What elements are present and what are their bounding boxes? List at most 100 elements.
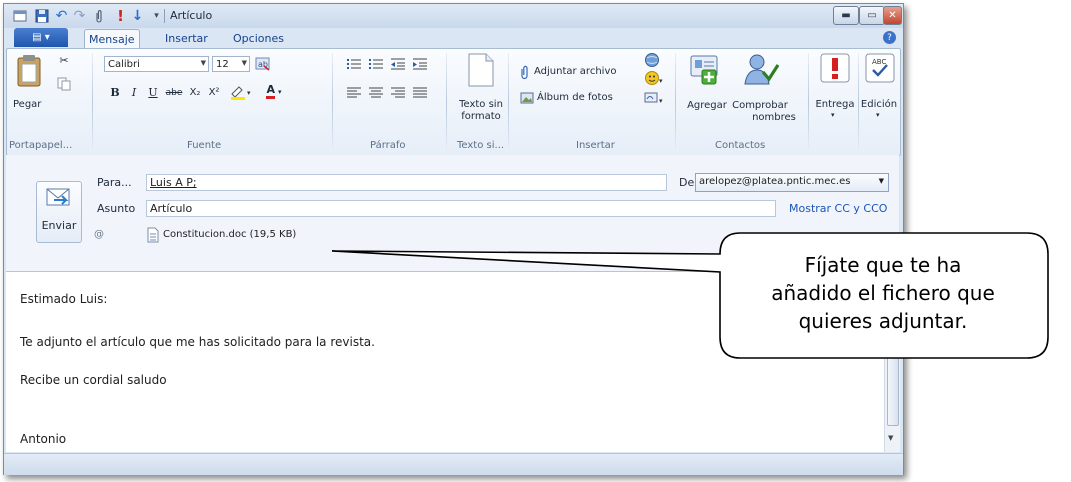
cut-icon[interactable]: ✂ xyxy=(55,52,73,69)
undo-icon[interactable]: ↶ xyxy=(54,8,69,24)
strikethrough-button[interactable]: abe xyxy=(164,84,184,101)
editing-button[interactable]: ABC Edición ▾ xyxy=(859,53,899,139)
increase-indent-icon[interactable] xyxy=(410,55,430,72)
maximize-button[interactable]: ▭ xyxy=(859,6,885,25)
subject-label: Asunto xyxy=(97,202,136,215)
align-left-icon[interactable] xyxy=(344,84,364,101)
justify-icon[interactable] xyxy=(410,84,430,101)
group-label-texto: Texto si... xyxy=(457,140,505,151)
chevron-down-icon: ▼ xyxy=(241,59,247,67)
customize-qat-icon[interactable]: ▾ xyxy=(149,8,164,23)
font-size-combo[interactable]: 12 ▼ xyxy=(212,56,250,72)
group-separator xyxy=(508,53,509,153)
font-color-button[interactable]: A ▾ xyxy=(260,83,288,100)
align-right-icon[interactable] xyxy=(388,84,408,101)
group-label-insertar: Insertar xyxy=(576,140,615,151)
paste-icon xyxy=(17,55,41,87)
signature-icon[interactable]: ▾ xyxy=(643,89,665,106)
chevron-down-icon: ▾ xyxy=(278,87,282,96)
title-bar: ↶ ↷ ! ↓ ▾ Artículo ▬ ▭ ✕ xyxy=(4,4,903,28)
body-line: Antonio xyxy=(20,432,67,446)
scroll-down-icon[interactable]: ▼ xyxy=(888,434,893,442)
plain-text-button[interactable]: Texto sin formato xyxy=(459,53,503,129)
italic-button[interactable]: I xyxy=(125,84,143,101)
send-button[interactable]: Enviar xyxy=(36,181,82,243)
decrease-indent-icon[interactable] xyxy=(388,55,408,72)
chevron-down-icon: ▼ xyxy=(878,177,884,185)
minimize-icon: ▬ xyxy=(841,10,851,21)
callout-line: quieres adjuntar. xyxy=(798,309,968,333)
superscript-button[interactable]: X² xyxy=(205,84,223,101)
emoticon-icon[interactable]: ▾ xyxy=(643,69,665,86)
photo-album-icon xyxy=(520,92,534,103)
check-names-button[interactable]: Comprobar nombres xyxy=(731,52,796,128)
attachment-item[interactable]: Constitucion.doc (19,5 KB) xyxy=(146,226,296,243)
group-separator xyxy=(332,53,333,153)
redo-icon[interactable]: ↷ xyxy=(72,8,87,24)
check-names-icon xyxy=(744,54,779,85)
bullets-icon[interactable] xyxy=(344,55,364,72)
show-cc-bcc-link[interactable]: Mostrar CC y CCO xyxy=(789,202,887,215)
highlighter-icon: ▾ xyxy=(231,85,251,100)
attach-file-button[interactable]: Adjuntar archivo xyxy=(520,63,636,80)
chevron-down-icon: ▼ xyxy=(200,59,206,67)
ribbon: Pegar ✂ Portapapel... Calibri ▼ 12 ▼ ab B … xyxy=(6,48,901,156)
close-button[interactable]: ✕ xyxy=(883,6,902,25)
svg-text:▾: ▾ xyxy=(659,97,663,105)
body-line: Te adjunto el artículo que me has solici… xyxy=(20,335,375,349)
callout-line: Fíjate que te ha xyxy=(804,253,962,277)
svg-text:ABC: ABC xyxy=(872,58,886,66)
low-importance-icon[interactable]: ↓ xyxy=(130,8,145,24)
tab-insertar[interactable]: Insertar xyxy=(161,29,212,47)
group-separator xyxy=(675,53,676,153)
window-title: Artículo xyxy=(170,9,213,22)
clear-formatting-icon[interactable]: ab xyxy=(253,55,273,72)
paste-button[interactable] xyxy=(15,53,53,95)
save-icon[interactable] xyxy=(34,8,49,23)
help-icon[interactable]: ? xyxy=(883,31,896,44)
font-name-combo[interactable]: Calibri ▼ xyxy=(104,56,209,72)
window-app-icon[interactable] xyxy=(12,8,27,23)
group-label-fuente: Fuente xyxy=(187,140,222,151)
close-icon: ✕ xyxy=(888,10,897,21)
copy-icon[interactable] xyxy=(55,75,73,92)
file-menu-button[interactable]: ▤ ▾ xyxy=(14,28,68,47)
high-importance-icon[interactable]: ! xyxy=(113,7,128,25)
callout-text: Fíjate que te ha añadido el fichero que … xyxy=(716,251,1050,335)
minimize-button[interactable]: ▬ xyxy=(833,6,859,25)
chevron-down-icon: ▾ xyxy=(876,111,880,119)
internet-icon[interactable] xyxy=(643,51,661,68)
word-document-icon xyxy=(147,227,159,242)
svg-text:▾: ▾ xyxy=(247,89,251,97)
status-bar xyxy=(4,453,903,475)
delivery-button[interactable]: Entrega ▾ xyxy=(813,53,857,139)
spelling-check-icon: ABC xyxy=(865,53,895,83)
to-field[interactable]: Luis A P; xyxy=(146,174,667,191)
tab-mensaje[interactable]: Mensaje xyxy=(84,29,140,49)
tab-opciones[interactable]: Opciones xyxy=(229,29,288,47)
send-icon xyxy=(46,188,70,206)
subject-field[interactable]: Artículo xyxy=(146,200,776,217)
importance-flag-icon xyxy=(820,53,850,83)
add-contact-button[interactable]: Agregar xyxy=(685,52,729,128)
title-separator xyxy=(164,9,165,23)
group-separator xyxy=(92,53,93,153)
attachment-clip-icon: @ xyxy=(94,229,104,240)
photo-album-button[interactable]: Álbum de fotos xyxy=(520,89,636,106)
group-separator xyxy=(808,53,809,153)
subscript-button[interactable]: X₂ xyxy=(186,84,204,101)
group-label-contactos: Contactos xyxy=(715,140,766,151)
from-account-select[interactable]: arelopez@platea.pntic.mec.es ▼ xyxy=(695,173,889,192)
bold-button[interactable]: B xyxy=(106,84,124,101)
callout-line: añadido el fichero que xyxy=(771,281,995,305)
highlight-button[interactable]: ▾ xyxy=(227,83,257,100)
group-label-parrafo: Párrafo xyxy=(370,140,406,151)
align-center-icon[interactable] xyxy=(366,84,386,101)
add-contact-icon xyxy=(690,55,718,85)
message-window: ↶ ↷ ! ↓ ▾ Artículo ▬ ▭ ✕ ▤ ▾ Mensaje Ins… xyxy=(3,3,904,475)
underline-button[interactable]: U xyxy=(144,84,162,101)
group-label-portapapeles: Portapapel... xyxy=(9,140,73,151)
to-button[interactable]: Para... xyxy=(97,176,132,189)
paperclip-icon[interactable] xyxy=(91,8,106,23)
numbering-icon[interactable] xyxy=(366,55,386,72)
